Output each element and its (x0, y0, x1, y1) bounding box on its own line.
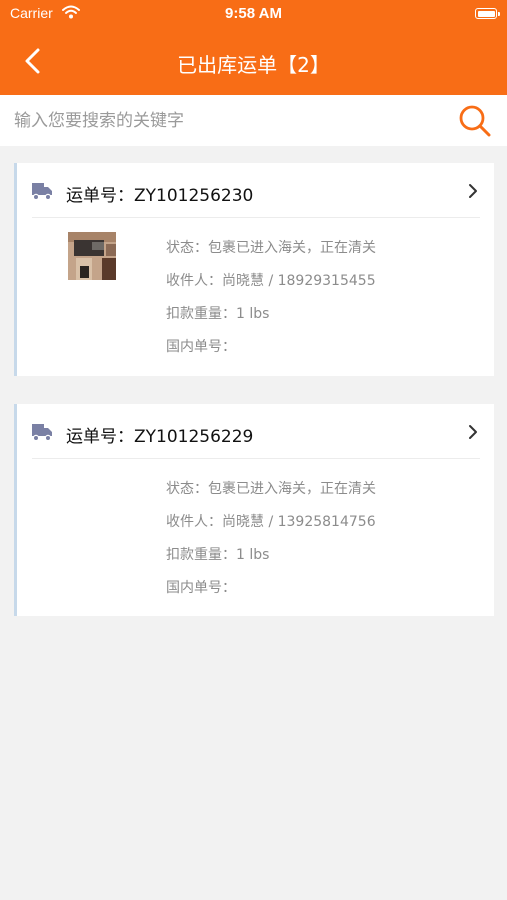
status-text: 状态：包裹已进入海关，正在清关 (166, 481, 376, 497)
search-input[interactable] (14, 95, 444, 146)
weight-text: 扣款重量：1 lbs (166, 547, 270, 563)
chevron-right-icon (469, 425, 477, 439)
nav-bar: 已出库运单【2】 (0, 40, 507, 84)
search-icon[interactable] (457, 103, 493, 139)
divider (32, 217, 480, 218)
waybill-number: 运单号：ZY101256229 (66, 427, 254, 447)
truck-icon (32, 424, 52, 441)
parcel-photo[interactable] (68, 232, 116, 280)
order-card-header[interactable]: 运单号：ZY101256230 (14, 163, 494, 217)
battery-icon (475, 8, 500, 19)
recipient-text: 收件人：尚晓慧 / 13925814756 (166, 514, 376, 530)
order-card-header[interactable]: 运单号：ZY101256229 (14, 404, 494, 458)
divider (32, 458, 480, 459)
waybill-number: 运单号：ZY101256230 (66, 186, 254, 206)
domestic-number-text: 国内单号： (166, 580, 236, 596)
recipient-text: 收件人：尚晓慧 / 18929315455 (166, 273, 376, 289)
page-title: 已出库运单【2】 (177, 53, 330, 77)
header-bar: Carrier 9:58 AM 已出库运单【2】 (0, 0, 507, 95)
status-text: 状态：包裹已进入海关，正在清关 (166, 240, 376, 256)
status-bar: Carrier 9:58 AM (0, 0, 507, 28)
weight-text: 扣款重量：1 lbs (166, 306, 270, 322)
order-card: 运单号：ZY101256230 状态：包裹已进入海关，正在清关 收件人：尚晓慧 … (14, 163, 494, 376)
chevron-right-icon (469, 184, 477, 198)
order-card: 运单号：ZY101256229 状态：包裹已进入海关，正在清关 收件人：尚晓慧 … (14, 404, 494, 616)
clock: 9:58 AM (225, 5, 282, 22)
domestic-number-text: 国内单号： (166, 339, 236, 355)
search-bar (0, 95, 507, 146)
truck-icon (32, 183, 52, 200)
